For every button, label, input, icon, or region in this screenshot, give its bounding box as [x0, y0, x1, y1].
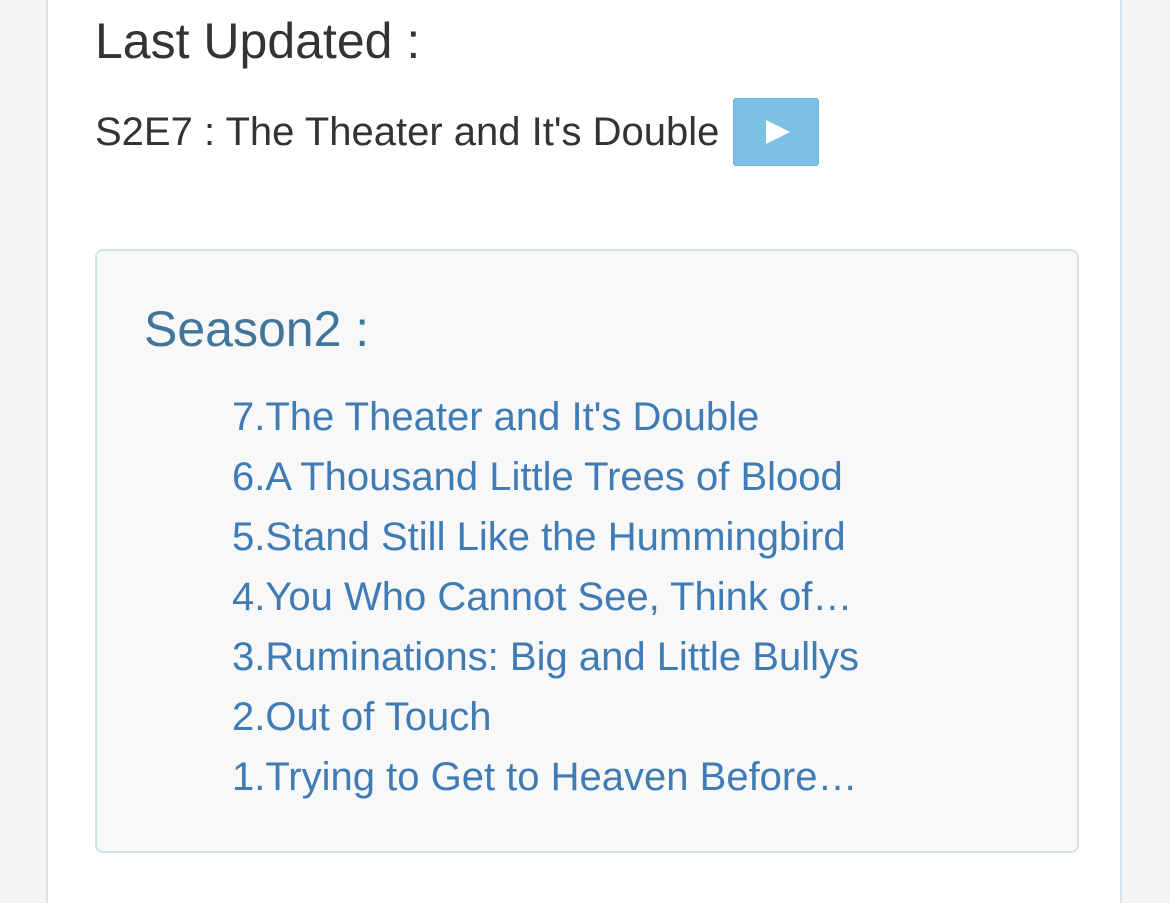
episode-link-1[interactable]: 1.Trying to Get to Heaven Before… — [232, 747, 859, 807]
list-item: 6.A Thousand Little Trees of Blood — [232, 447, 859, 507]
episode-link-4[interactable]: 4.You Who Cannot See, Think of… — [232, 567, 859, 627]
list-item: 7.The Theater and It's Double — [232, 387, 859, 447]
episode-list: 7.The Theater and It's Double 6.A Thousa… — [232, 387, 859, 807]
play-button[interactable] — [733, 98, 820, 166]
season-box: Season2 : 7.The Theater and It's Double … — [95, 249, 1079, 853]
episode-link-5[interactable]: 5.Stand Still Like the Hummingbird — [232, 507, 859, 567]
latest-episode-row: S2E7 : The Theater and It's Double — [95, 98, 820, 166]
list-item: 3.Ruminations: Big and Little Bullys — [232, 627, 859, 687]
latest-episode-title: S2E7 : The Theater and It's Double — [95, 110, 720, 154]
episode-link-2[interactable]: 2.Out of Touch — [232, 687, 859, 747]
list-item: 2.Out of Touch — [232, 687, 859, 747]
last-updated-heading: Last Updated : — [95, 13, 421, 69]
content-panel: Last Updated : S2E7 : The Theater and It… — [46, 0, 1122, 903]
episode-link-7[interactable]: 7.The Theater and It's Double — [232, 387, 859, 447]
season-title: Season2 : — [144, 301, 370, 357]
episode-link-6[interactable]: 6.A Thousand Little Trees of Blood — [232, 447, 859, 507]
play-icon — [766, 120, 791, 144]
list-item: 4.You Who Cannot See, Think of… — [232, 567, 859, 627]
list-item: 5.Stand Still Like the Hummingbird — [232, 507, 859, 567]
list-item: 1.Trying to Get to Heaven Before… — [232, 747, 859, 807]
episode-link-3[interactable]: 3.Ruminations: Big and Little Bullys — [232, 627, 859, 687]
